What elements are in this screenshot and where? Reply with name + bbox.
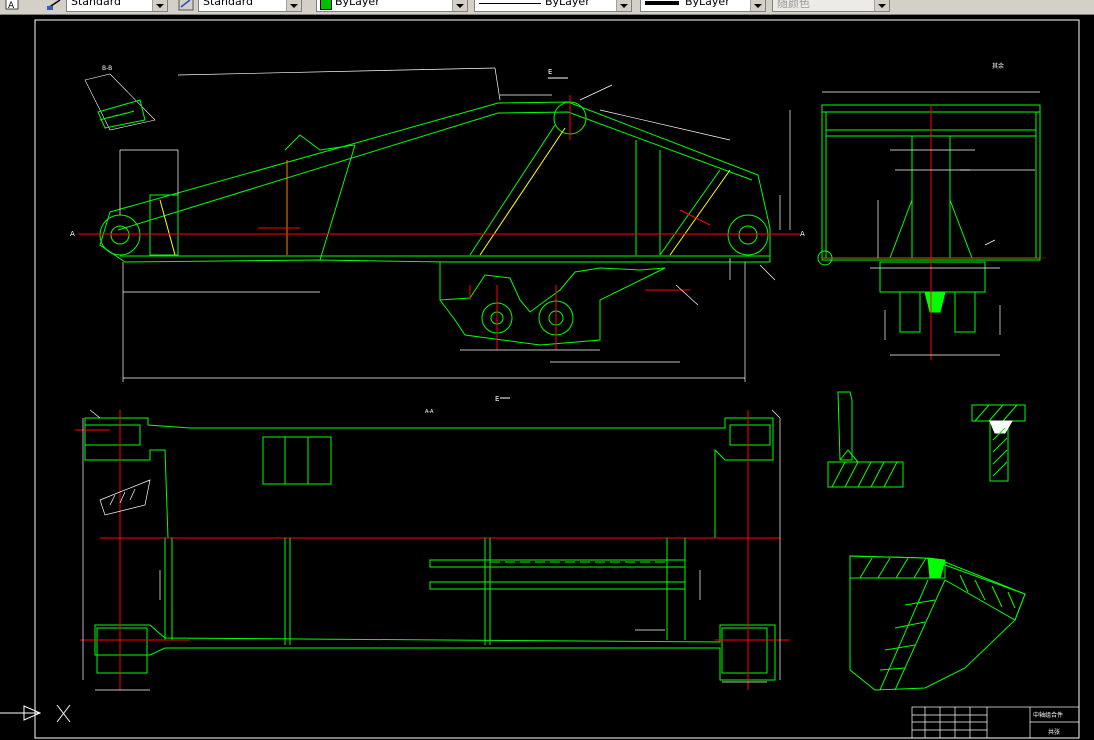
- plan-bottom-outline: [94, 624, 776, 681]
- dimension-style-select[interactable]: Standard: [198, 0, 302, 12]
- title-block-note: 共张: [1048, 728, 1060, 736]
- drawing-canvas[interactable]: E E A A B-B 其余 A-A 中轴组合件 共张: [0, 15, 1094, 740]
- diagonal-strut-1: [469, 124, 556, 256]
- cad-drawing: E E A A B-B 其余 A-A 中轴组合件 共张: [0, 15, 1087, 740]
- lower-bracket: [439, 262, 666, 346]
- lineweight-preview-icon: [645, 1, 679, 5]
- section-a-a-label: A-A: [425, 409, 434, 415]
- section-marker-a-left: A: [70, 230, 75, 238]
- gusset-right: [949, 199, 973, 259]
- weld-detail-groove: [849, 555, 1026, 691]
- text-style-select[interactable]: Standard: [66, 0, 168, 12]
- left-pin-boss: [99, 214, 141, 256]
- plotstyle-control-select: 随颜色: [772, 0, 890, 12]
- linetype-preview-icon: [479, 3, 541, 4]
- svg-text:A: A: [8, 1, 15, 11]
- right-pin-boss: [727, 214, 769, 256]
- gusset: [284, 134, 356, 151]
- dimension-style-icon[interactable]: [178, 0, 196, 11]
- gusset-left: [889, 199, 913, 259]
- text-style-value: Standard: [71, 0, 122, 8]
- canvas-edge: [1083, 15, 1094, 740]
- section-marker-e-bottom: E: [495, 395, 499, 403]
- side-view: E E A A: [70, 67, 805, 403]
- title-block-name: 中轴组合件: [1033, 711, 1063, 719]
- roughness-note: 其余: [992, 62, 1004, 70]
- linetype-value: ByLayer: [545, 0, 590, 8]
- plan-view: A-A: [75, 409, 790, 691]
- chevron-down-icon: [874, 0, 889, 11]
- linetype-control-select[interactable]: ByLayer: [474, 0, 632, 12]
- left-plate-weld: [159, 199, 176, 256]
- color-swatch-icon: [320, 0, 332, 10]
- weld-detail-c: [827, 391, 904, 488]
- color-value: ByLayer: [335, 0, 380, 8]
- left-pin-hole: [110, 225, 130, 245]
- color-control-select[interactable]: ByLayer: [316, 0, 468, 12]
- text-style-icon[interactable]: A: [4, 0, 22, 11]
- rib-plate: [429, 559, 686, 568]
- lineweight-control-select[interactable]: ByLayer: [640, 0, 766, 12]
- section-marker-a-right: A: [800, 230, 805, 238]
- diagonal-strut-2: [659, 169, 721, 256]
- chevron-down-icon[interactable]: [616, 0, 631, 11]
- chevron-down-icon[interactable]: [750, 0, 765, 11]
- chevron-down-icon[interactable]: [286, 0, 301, 11]
- cover-plate: [262, 436, 332, 485]
- weld-detail-d: [971, 404, 1026, 482]
- text-style-icon[interactable]: [46, 0, 64, 10]
- left-plate: [149, 194, 179, 256]
- section-marker-e-top: E: [548, 68, 552, 76]
- lower-lug: [879, 261, 986, 293]
- end-section-view: 其余: [817, 62, 1045, 360]
- dimension-style-value: Standard: [203, 0, 254, 8]
- section-b-b-label: B-B: [102, 65, 112, 72]
- plotstyle-value: 随颜色: [777, 0, 810, 10]
- diagonal-strut-1b: [479, 127, 566, 256]
- weld-fill: [924, 291, 946, 313]
- boom-top-flange: [117, 111, 753, 231]
- diagonal-strut-2b: [669, 169, 731, 256]
- rib-plate: [429, 581, 686, 590]
- section-b-b-detail: B-B: [84, 65, 156, 131]
- properties-toolbar: A Standard Standard ByLayer ByLayer ByLa…: [0, 0, 1094, 15]
- right-pin-hole: [738, 225, 758, 245]
- plan-top-outline: [84, 417, 774, 539]
- centerline: [679, 209, 711, 226]
- lineweight-value: ByLayer: [685, 0, 730, 8]
- chevron-down-icon[interactable]: [452, 0, 467, 11]
- chevron-down-icon[interactable]: [152, 0, 167, 11]
